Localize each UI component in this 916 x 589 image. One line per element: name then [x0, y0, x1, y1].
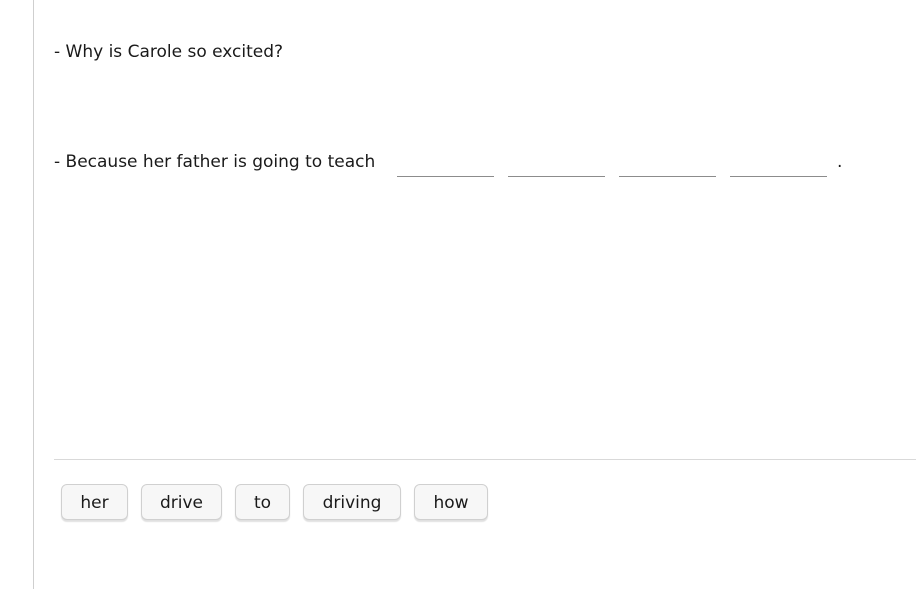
word-chip-drive[interactable]: drive — [141, 484, 222, 520]
question-text: - Why is Carole so excited? — [54, 42, 284, 62]
answer-blank-2[interactable] — [508, 176, 605, 177]
answer-blank-1[interactable] — [397, 176, 494, 177]
left-border — [33, 0, 34, 589]
answer-prefix-text: - Because her father is going to teach — [54, 152, 376, 172]
word-chip-her[interactable]: her — [61, 484, 128, 520]
word-chip-driving[interactable]: driving — [303, 484, 401, 520]
word-bank-divider — [54, 459, 916, 460]
word-chip-how[interactable]: how — [414, 484, 488, 520]
answer-blank-4[interactable] — [730, 176, 827, 177]
word-chip-to[interactable]: to — [235, 484, 290, 520]
answer-period: . — [837, 152, 843, 172]
answer-blank-3[interactable] — [619, 176, 716, 177]
